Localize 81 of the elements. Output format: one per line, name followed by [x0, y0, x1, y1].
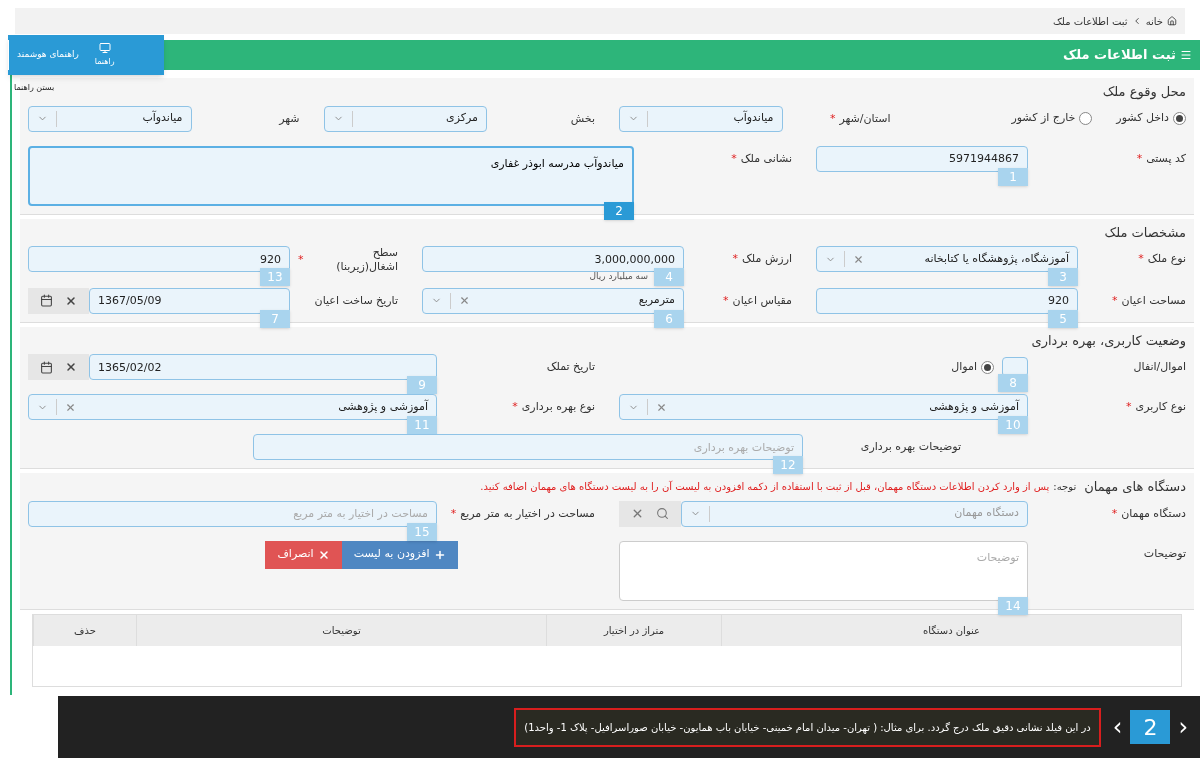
column-header: متراژ در اختیار [546, 614, 721, 646]
input-field[interactable]: 5971944867 [816, 145, 1028, 172]
select-value: مرکزی [446, 110, 478, 127]
field-label: توضیحات [1142, 545, 1186, 562]
field-label: ارزش ملک * [731, 251, 792, 268]
field-label: بخش [569, 110, 595, 127]
field-label: نوع ملک * [1137, 251, 1186, 268]
select-value: آموزشگاه، پژوهشگاه یا کتابخانه [924, 250, 1069, 267]
field-label: مساحت در اختیار به متر مربع * [449, 505, 595, 522]
select-field[interactable]: میاندوآب [28, 105, 192, 132]
next-button[interactable]: ‹ [1112, 715, 1123, 739]
field-label: توضیحات بهره برداری [859, 439, 961, 456]
text-area[interactable]: توضیحات [619, 540, 1028, 601]
prev-button[interactable]: › [1178, 715, 1188, 739]
guide-title: راهنمای هوشمند [8, 40, 87, 70]
input-field[interactable]: توضیحات بهره برداری [253, 434, 803, 460]
search-icon[interactable] [656, 507, 669, 520]
section-title: محل وقوع ملک [1102, 83, 1186, 102]
page-title: ثبت اطلاعات ملک [1062, 46, 1176, 65]
select-placeholder: دستگاه مهمان [954, 505, 1019, 522]
select-field[interactable]: میاندوآب [619, 105, 783, 132]
field-label: سطح اشغال(زیربنا) * [298, 246, 398, 274]
home-icon [1167, 16, 1177, 26]
step-number: 2 [1130, 710, 1171, 744]
clear-icon[interactable] [65, 294, 77, 307]
calendar-icon[interactable] [40, 360, 53, 374]
field-label: تاریخ تملک [545, 359, 595, 376]
column-header: عنوان دستگاه [721, 614, 1181, 646]
field-label: دستگاه مهمان * [1110, 505, 1186, 522]
cancel-button[interactable]: انصراف [265, 540, 342, 569]
field-label: نشانی ملک * [730, 150, 792, 167]
monitor-icon [98, 42, 111, 54]
select-field[interactable]: آموزشی و پژوهشی [619, 394, 1028, 420]
select-value: مترمربع [638, 292, 675, 309]
tooltip-text: در این فیلد نشانی دقیق ملک درج گردد. برای مثال: ( تهران- میدان امام خمینی- خیابان باب همایون- خیابان صوراسرافیل- پلاک 1- واحد1) [514, 707, 1101, 747]
input-field[interactable]: 920 [816, 287, 1078, 314]
clear-icon[interactable] [631, 507, 644, 520]
radio-option[interactable]: اموال [951, 358, 994, 376]
select-value: آموزشی و پژوهشی [338, 398, 428, 415]
breadcrumb-link[interactable]: خانه [1145, 13, 1163, 29]
field-label: کد پستی * [1135, 150, 1186, 167]
section-title: دستگاه های مهمان [1084, 478, 1186, 497]
field-label: تاریخ ساخت اعیان [313, 292, 398, 309]
date-field[interactable]: 1365/02/02 [89, 354, 437, 380]
field-label: نوع بهره برداری * [511, 399, 595, 416]
select-field[interactable]: مرکزی [323, 105, 487, 132]
field-label: اموال/انفال [1132, 359, 1186, 376]
field-label: مساحت اعیان * [1110, 292, 1186, 309]
field-label: مقیاس اعیان * [722, 292, 792, 309]
field-label: شهر [277, 110, 300, 127]
clear-icon[interactable] [65, 361, 77, 373]
field-label: نوع کاربری * [1125, 399, 1186, 416]
breadcrumb-link[interactable]: ثبت اطلاعات ملک [1052, 13, 1128, 29]
input-field[interactable]: 3,000,000,000 [422, 246, 684, 272]
select-value: میاندوآب [142, 110, 183, 127]
add-button[interactable]: افزودن به لیست [341, 540, 458, 569]
calendar-icon[interactable] [40, 294, 53, 307]
note-text: پس از وارد کردن اطلاعات دستگاه مهمان، قبل از ثبت با استفاده از دکمه افزودن به لیست آن را به لیست دستگاه های مهمان اضافه کنید. [480, 479, 1050, 495]
select-field[interactable]: مترمربع [422, 287, 684, 314]
input-field[interactable]: 920 [28, 246, 290, 272]
plus-icon [433, 548, 446, 561]
section-title: مشخصات ملک [1104, 223, 1186, 242]
close-icon [317, 548, 330, 561]
column-header: توضیحات [136, 614, 546, 646]
hint-text: سه میلیارد ریال [589, 272, 648, 281]
input-field[interactable]: مساحت در اختیار به متر مربع [28, 500, 437, 527]
select-field[interactable]: آموزشگاه، پژوهشگاه یا کتابخانه [816, 246, 1078, 272]
select-field[interactable]: آموزشی و پژوهشی [28, 394, 437, 420]
radio-option[interactable]: خارج از کشور [1011, 110, 1093, 127]
date-field[interactable]: 1367/05/09 [89, 287, 290, 314]
field-label: استان/شهر * [828, 110, 891, 127]
select-value: آموزشی و پژوهشی [929, 398, 1019, 415]
column-header: حذف [33, 614, 136, 646]
menu-icon[interactable] [1180, 49, 1192, 61]
text-area[interactable]: میاندوآب مدرسه ابوذر غفاری [28, 145, 634, 206]
close-guide-link[interactable]: بستن راهنما [14, 82, 55, 94]
radio-option[interactable]: داخل کشور [1116, 110, 1186, 127]
section-title: وضعیت کاربری، بهره برداری [1031, 331, 1186, 350]
select-value: میاندوآب [733, 110, 774, 127]
toggle-box[interactable] [1002, 357, 1028, 377]
note-label: توجه: [1053, 480, 1077, 495]
